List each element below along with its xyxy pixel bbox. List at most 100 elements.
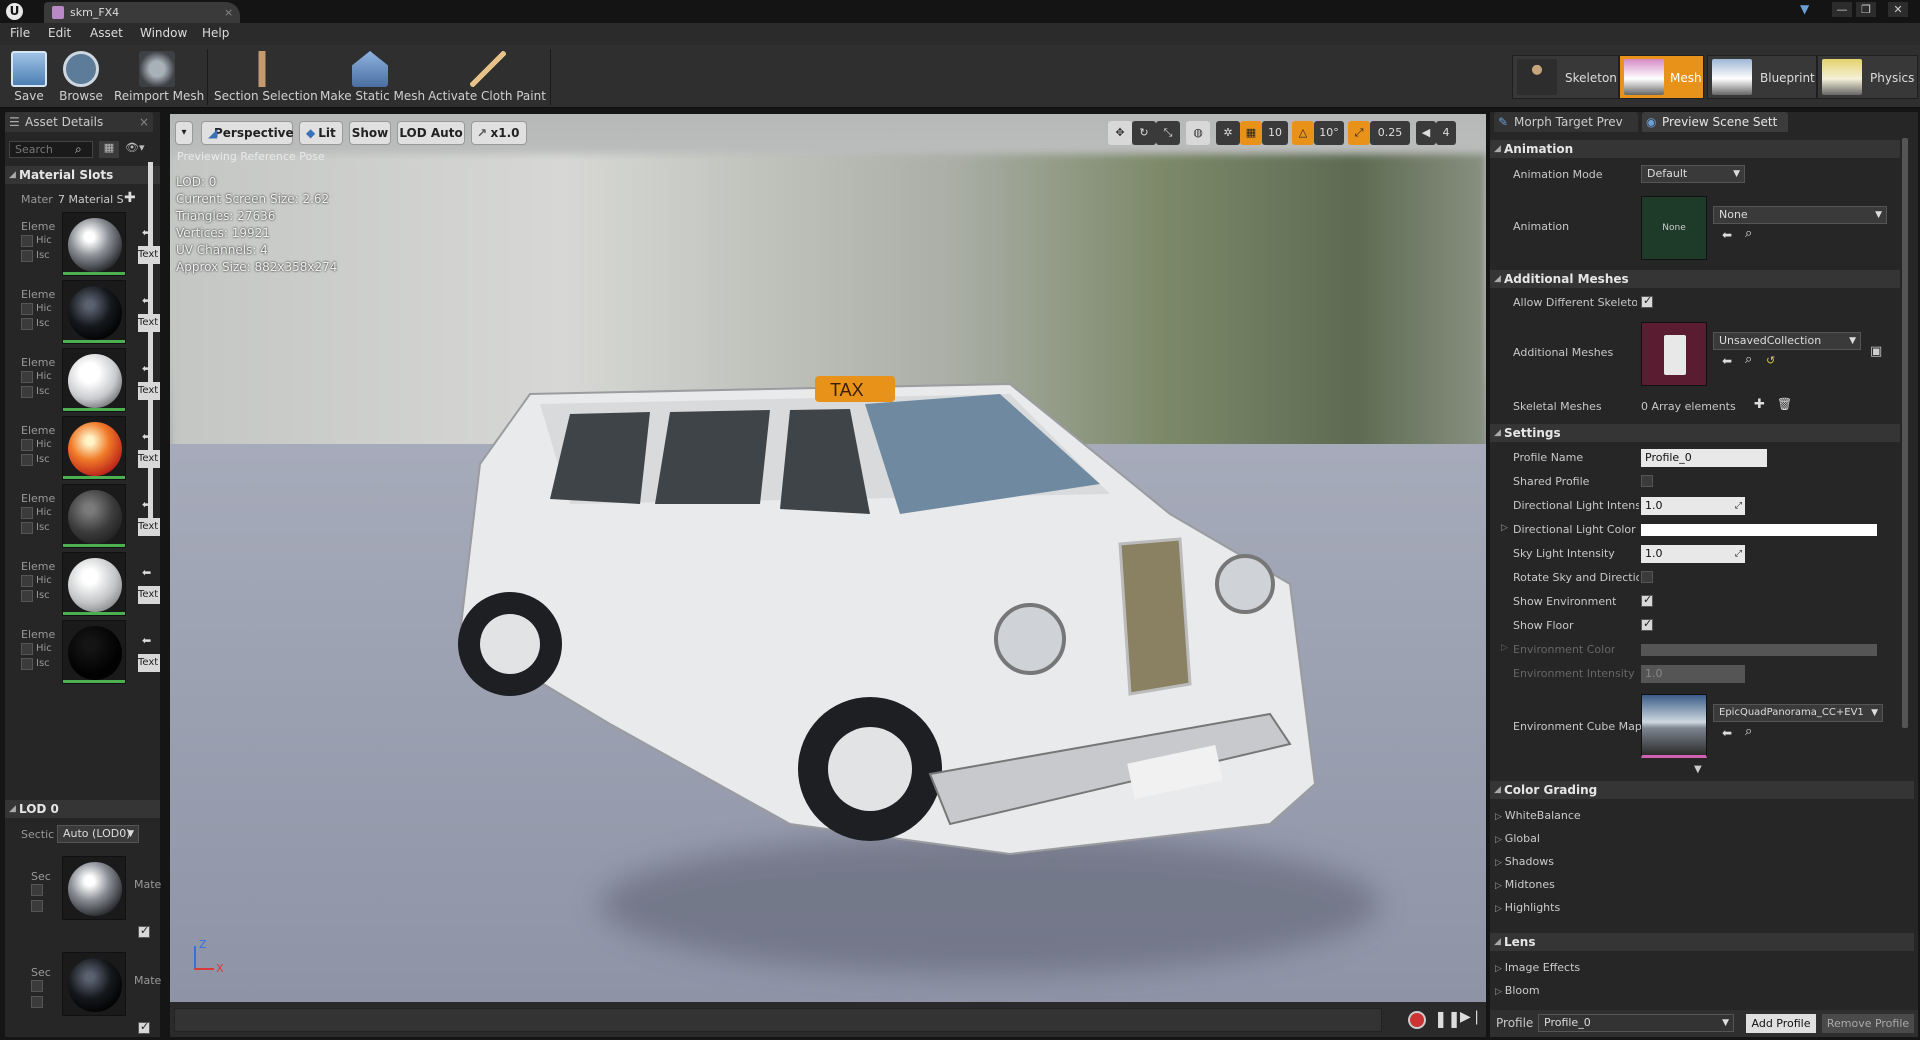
sky-light-intensity-input[interactable]: 1.0 ⤢: [1641, 545, 1745, 563]
mode-blueprint-button[interactable]: Blueprint: [1707, 55, 1817, 99]
minimize-button[interactable]: —: [1832, 2, 1852, 17]
section-checkbox[interactable]: [31, 884, 43, 896]
material-thumbnail[interactable]: [62, 552, 126, 616]
rotation-snap-value[interactable]: 10°: [1314, 121, 1344, 145]
document-tab[interactable]: skm_FX4 ×: [44, 2, 240, 23]
isolate-checkbox[interactable]: [21, 522, 33, 534]
settings-header[interactable]: ◢ Settings: [1490, 424, 1900, 442]
use-selected-icon[interactable]: ⬅: [142, 362, 151, 375]
isolate-checkbox[interactable]: [21, 658, 33, 670]
color-grading-header[interactable]: ◢ Color Grading: [1490, 781, 1914, 799]
tab-morph-target-preview[interactable]: ✎ Morph Target Prev: [1494, 112, 1638, 132]
hide-checkbox[interactable]: [21, 235, 33, 247]
texture-button[interactable]: Text: [138, 246, 160, 264]
environment-cube-map-thumbnail[interactable]: [1641, 694, 1707, 758]
directional-light-intensity-input[interactable]: 1.0 ⤢: [1641, 497, 1745, 515]
use-selected-icon[interactable]: ⬅: [1722, 726, 1732, 740]
additional-meshes-header[interactable]: ◢ Additional Meshes: [1490, 270, 1900, 288]
visibility-filter-icon[interactable]: 👁▾: [125, 141, 155, 158]
lod-auto-button[interactable]: LOD Auto: [397, 121, 465, 145]
color-grading-item[interactable]: ▷ Midtones: [1495, 878, 1555, 891]
mode-physics-button[interactable]: Physics: [1817, 55, 1918, 99]
camera-speed-value[interactable]: 4: [1436, 121, 1456, 145]
add-profile-button[interactable]: Add Profile: [1746, 1014, 1816, 1033]
world-space-icon[interactable]: ◍: [1186, 121, 1210, 145]
close-window-button[interactable]: ✕: [1888, 2, 1908, 17]
cast-shadow-checkbox[interactable]: [138, 1020, 150, 1034]
use-selected-icon[interactable]: ⬅: [142, 430, 151, 443]
use-selected-icon[interactable]: ⬅: [1722, 354, 1732, 368]
isolate-checkbox[interactable]: [21, 250, 33, 262]
reset-icon[interactable]: ↺: [1766, 354, 1775, 367]
isolate-checkbox[interactable]: [21, 454, 33, 466]
shared-profile-checkbox[interactable]: [1641, 475, 1653, 487]
section-checkbox[interactable]: [31, 996, 43, 1008]
search-input[interactable]: Search ⌕: [9, 141, 93, 158]
profile-name-input[interactable]: Profile_0: [1641, 449, 1767, 467]
rotate-sky-checkbox[interactable]: [1641, 571, 1653, 583]
camera-speed-icon[interactable]: ◀: [1416, 121, 1436, 145]
isolate-checkbox[interactable]: [21, 386, 33, 398]
settings-scrollbar[interactable]: [1902, 138, 1908, 728]
material-thumbnail[interactable]: [62, 212, 126, 276]
section-material-thumbnail[interactable]: [62, 856, 126, 920]
viewport-options-button[interactable]: ▾: [175, 121, 193, 145]
surface-snap-icon[interactable]: ✲: [1216, 121, 1240, 145]
view-options-icon[interactable]: ▦: [99, 141, 119, 158]
additional-meshes-dropdown[interactable]: UnsavedCollection ▼: [1713, 332, 1861, 350]
animation-asset-dropdown[interactable]: None ▼: [1713, 206, 1887, 224]
timeline-track[interactable]: [174, 1008, 1382, 1032]
scale-snap-value[interactable]: 0.25: [1370, 121, 1410, 145]
expand-arrow-icon[interactable]: ▷: [1501, 523, 1508, 533]
browse-asset-icon[interactable]: ⌕: [1745, 352, 1752, 367]
tab-asset-details[interactable]: ☰ Asset Details ×: [5, 112, 153, 132]
show-floor-checkbox[interactable]: [1641, 617, 1653, 631]
close-tab-icon[interactable]: ×: [224, 2, 233, 23]
section-checkbox[interactable]: [31, 900, 43, 912]
scale-snap-icon[interactable]: ⤢: [1348, 121, 1370, 145]
add-material-icon[interactable]: ✚: [124, 190, 136, 206]
material-thumbnail[interactable]: [62, 348, 126, 412]
browse-asset-icon[interactable]: ⌕: [1745, 226, 1752, 241]
use-selected-icon[interactable]: ⬅: [142, 294, 151, 307]
hide-checkbox[interactable]: [21, 643, 33, 655]
texture-button[interactable]: Text: [138, 586, 160, 604]
panel-scrollbar[interactable]: [148, 162, 153, 532]
environment-cube-map-dropdown[interactable]: EpicQuadPanorama_CC+EV1 ▼: [1713, 704, 1883, 722]
step-forward-button[interactable]: ▶❘: [1460, 1009, 1483, 1025]
translate-icon[interactable]: ✥: [1108, 121, 1132, 145]
hide-checkbox[interactable]: [21, 303, 33, 315]
viewport[interactable]: TAX ▾ ◢ Perspective ◆ Lit Show LOD Auto …: [170, 114, 1486, 1002]
section-selection-button[interactable]: Section Selection: [214, 49, 318, 105]
browse-asset-icon[interactable]: ⌕: [1745, 724, 1752, 739]
notification-icon[interactable]: ▼: [1800, 2, 1814, 16]
add-element-icon[interactable]: ✚: [1754, 397, 1765, 412]
isolate-checkbox[interactable]: [21, 318, 33, 330]
isolate-checkbox[interactable]: [21, 590, 33, 602]
delete-elements-icon[interactable]: 🗑: [1777, 397, 1792, 411]
texture-button[interactable]: Text: [138, 654, 160, 672]
color-grading-item[interactable]: ▷ Highlights: [1495, 901, 1560, 914]
hide-checkbox[interactable]: [21, 575, 33, 587]
grid-snap-value[interactable]: 10: [1262, 121, 1288, 145]
color-grading-item[interactable]: ▷ WhiteBalance: [1495, 809, 1581, 822]
make-static-mesh-button[interactable]: Make Static Mesh: [320, 49, 425, 105]
additional-meshes-thumbnail[interactable]: [1641, 322, 1707, 386]
color-grading-item[interactable]: ▷ Global: [1495, 832, 1540, 845]
use-selected-icon[interactable]: ⬅: [142, 566, 151, 579]
use-selected-icon[interactable]: ⬅: [142, 226, 151, 239]
menu-help[interactable]: Help: [202, 26, 229, 40]
mode-skeleton-button[interactable]: Skeleton: [1512, 55, 1619, 99]
browse-button[interactable]: Browse: [56, 49, 106, 105]
playback-speed-button[interactable]: ↗ x1.0: [471, 121, 527, 145]
lod-header[interactable]: ◢ LOD 0: [5, 800, 160, 818]
use-selected-icon[interactable]: ⬅: [1722, 228, 1732, 242]
section-material-thumbnail[interactable]: [62, 952, 126, 1016]
texture-button[interactable]: Text: [138, 518, 160, 536]
lod-dropdown[interactable]: Auto (LOD0) ▼: [57, 825, 139, 843]
show-button[interactable]: Show: [349, 121, 391, 145]
menu-window[interactable]: Window: [140, 26, 187, 40]
texture-button[interactable]: Text: [138, 382, 160, 400]
rotation-snap-icon[interactable]: △: [1292, 121, 1314, 145]
grid-snap-icon[interactable]: ▦: [1240, 121, 1262, 145]
